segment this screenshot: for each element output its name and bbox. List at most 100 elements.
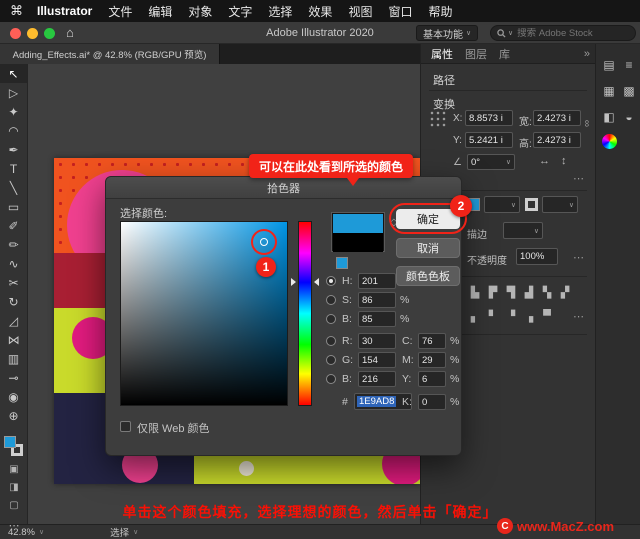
r-input[interactable]: 30 xyxy=(358,333,396,349)
shaper-tool-icon[interactable]: ∿ xyxy=(0,254,27,273)
scissors-tool-icon[interactable]: ✂ xyxy=(0,273,27,292)
g-input[interactable]: 154 xyxy=(358,352,396,368)
scale-tool-icon[interactable]: ◿ xyxy=(0,311,27,330)
distribute-1-icon[interactable]: ▖ xyxy=(467,308,483,324)
hue-slider[interactable] xyxy=(298,221,312,406)
rotate-angle-input[interactable]: 0° ∨ xyxy=(467,154,515,170)
distribute-3-icon[interactable]: ▝ xyxy=(503,308,519,324)
opacity-input[interactable]: 100% xyxy=(516,248,558,265)
distribute-4-icon[interactable]: ▗ xyxy=(521,308,537,324)
color-swatches-button[interactable]: 颜色色板 xyxy=(396,266,460,286)
transform-x-input[interactable]: 8.8573 i xyxy=(465,110,513,126)
flip-vertical-icon[interactable]: ↕ xyxy=(561,155,567,167)
radio-b[interactable] xyxy=(326,314,336,324)
web-colors-checkbox[interactable] xyxy=(120,421,131,432)
appearance-fill-dropdown[interactable]: ∨ xyxy=(484,196,520,213)
radio-b2[interactable] xyxy=(326,374,336,384)
flip-horizontal-icon[interactable]: ↔ xyxy=(539,155,550,167)
menu-item-help[interactable]: 帮助 xyxy=(428,3,452,20)
stroke-weight-input[interactable]: ∨ xyxy=(503,222,543,239)
transform-w-input[interactable]: 2.4273 i xyxy=(533,110,581,126)
b2-input[interactable]: 216 xyxy=(358,371,396,387)
menu-item-effect[interactable]: 效果 xyxy=(308,3,332,20)
distribute-5-icon[interactable]: ▀ xyxy=(539,308,555,324)
panel-overflow-icon[interactable]: » xyxy=(584,48,590,60)
dialog-title-bar[interactable]: 拾色器 xyxy=(106,177,461,199)
transform-y-input[interactable]: 5.2421 i xyxy=(465,132,513,148)
status-tool-name[interactable]: 选择 xyxy=(110,525,129,539)
libraries-panel-icon[interactable]: ◧ xyxy=(600,108,618,126)
zoom-chevron-icon[interactable]: ∨ xyxy=(39,528,44,536)
menu-item-type[interactable]: 文字 xyxy=(228,3,252,20)
hue-slider-left-arrow[interactable] xyxy=(291,278,296,286)
width-tool-icon[interactable]: ⋈ xyxy=(0,330,27,349)
align-right-icon[interactable]: ▜ xyxy=(503,284,519,300)
link-dimensions-icon[interactable]: ∞ xyxy=(581,120,592,127)
menu-item-select[interactable]: 选择 xyxy=(268,3,292,20)
menu-item-view[interactable]: 视图 xyxy=(348,3,372,20)
radio-r[interactable] xyxy=(326,336,336,346)
swatches-panel-icon[interactable]: ▤ xyxy=(600,56,618,74)
appearance-stroke-swatch[interactable] xyxy=(525,198,538,211)
tab-properties[interactable]: 属性 xyxy=(431,46,453,62)
paintbrush-tool-icon[interactable]: ✐ xyxy=(0,216,27,235)
align-top-icon[interactable]: ▟ xyxy=(521,284,537,300)
radio-h[interactable] xyxy=(326,276,336,286)
search-scope-chevron-icon[interactable]: ∨ xyxy=(508,29,513,37)
workspace-switcher[interactable]: 基本功能 ∨ xyxy=(416,25,478,41)
h-input[interactable]: 201 xyxy=(358,273,396,289)
zoom-tool-icon[interactable]: ⊕ xyxy=(0,406,27,425)
gradient-tool-icon[interactable]: ▥ xyxy=(0,349,27,368)
menu-app-name[interactable]: Illustrator xyxy=(37,4,92,18)
gradient-panel-icon[interactable]: ◒ xyxy=(620,108,638,126)
dock-menu-icon[interactable]: ≡ xyxy=(620,56,638,74)
radio-g[interactable] xyxy=(326,355,336,365)
reference-point-locator[interactable] xyxy=(429,110,447,128)
line-segment-tool-icon[interactable]: ╲ xyxy=(0,178,27,197)
tab-layers[interactable]: 图层 xyxy=(465,46,487,62)
web-safe-swatch[interactable] xyxy=(336,257,348,269)
direct-selection-tool-icon[interactable]: ▷ xyxy=(0,83,27,102)
blend-tool-icon[interactable]: ◉ xyxy=(0,387,27,406)
lasso-tool-icon[interactable]: ◠ xyxy=(0,121,27,140)
apple-menu-icon[interactable]: ⌘ xyxy=(10,3,23,19)
appearance-more-icon[interactable]: ⋯ xyxy=(573,251,584,264)
fill-color-swatch[interactable] xyxy=(4,436,16,448)
cancel-button[interactable]: 取消 xyxy=(396,238,460,258)
draw-mode-behind-icon[interactable]: ◨ xyxy=(0,482,28,493)
color-wheel-icon[interactable] xyxy=(602,134,617,149)
c-input[interactable]: 76 xyxy=(418,333,446,349)
menu-item-object[interactable]: 对象 xyxy=(188,3,212,20)
symbols-panel-icon[interactable]: ▦ xyxy=(600,82,618,100)
menu-item-file[interactable]: 文件 xyxy=(108,3,132,20)
tab-libraries[interactable]: 库 xyxy=(499,46,510,62)
y-input[interactable]: 6 xyxy=(418,371,446,387)
align-left-icon[interactable]: ▙ xyxy=(467,284,483,300)
rectangle-tool-icon[interactable]: ▭ xyxy=(0,197,27,216)
menu-item-window[interactable]: 窗口 xyxy=(388,3,412,20)
brushes-panel-icon[interactable]: ▩ xyxy=(620,82,638,100)
k-input[interactable]: 0 xyxy=(418,394,446,410)
pen-tool-icon[interactable]: ✒ xyxy=(0,140,27,159)
draw-mode-normal-icon[interactable]: ▣ xyxy=(0,464,28,475)
selection-tool-icon[interactable]: ↖ xyxy=(0,64,27,83)
ok-button[interactable]: 确定 xyxy=(396,209,460,229)
m-input[interactable]: 29 xyxy=(418,352,446,368)
align-center-h-icon[interactable]: ▛ xyxy=(485,284,501,300)
menu-item-edit[interactable]: 编辑 xyxy=(148,3,172,20)
stock-search-field[interactable]: ∨ xyxy=(490,25,636,41)
status-chevron-icon[interactable]: ∨ xyxy=(133,528,138,536)
type-tool-icon[interactable]: T xyxy=(0,159,27,178)
pencil-tool-icon[interactable]: ✏ xyxy=(0,235,27,254)
appearance-stroke-dropdown[interactable]: ∨ xyxy=(542,196,578,213)
align-middle-icon[interactable]: ▚ xyxy=(539,284,555,300)
toolbar-more-icon[interactable]: ⋯ xyxy=(0,519,28,532)
search-input[interactable] xyxy=(517,28,617,39)
document-tab[interactable]: Adding_Effects.ai* @ 42.8% (RGB/GPU 预览) xyxy=(0,44,220,64)
draw-mode-inside-icon[interactable]: ▢ xyxy=(0,500,28,511)
hue-slider-right-arrow[interactable] xyxy=(314,278,319,286)
radio-s[interactable] xyxy=(326,295,336,305)
transform-more-icon[interactable]: ⋯ xyxy=(573,172,584,185)
rotate-tool-icon[interactable]: ↻ xyxy=(0,292,27,311)
align-bottom-icon[interactable]: ▞ xyxy=(557,284,573,300)
